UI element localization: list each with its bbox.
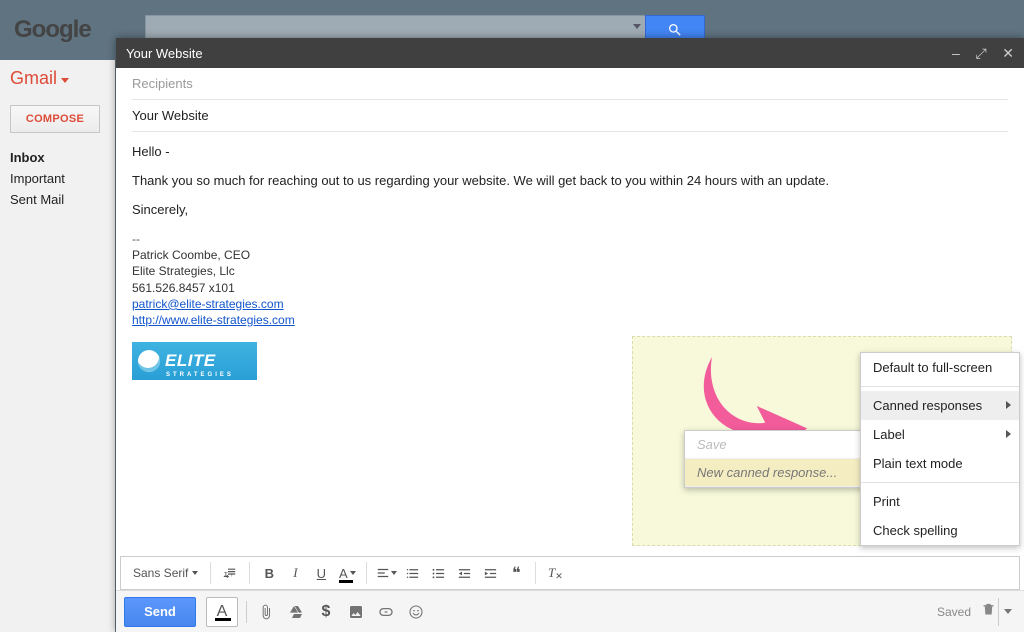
align-button[interactable] bbox=[373, 560, 399, 586]
search-icon bbox=[667, 22, 683, 38]
signature-block: -- Patrick Coombe, CEO Elite Strategies,… bbox=[132, 231, 1008, 328]
signature-url[interactable]: http://www.elite-strategies.com bbox=[132, 313, 295, 327]
menu-divider bbox=[861, 482, 1019, 483]
body-greeting: Hello - bbox=[132, 144, 1008, 159]
more-options-button[interactable] bbox=[998, 598, 1016, 626]
toolbar-separator bbox=[246, 601, 247, 623]
expand-icon[interactable]: ⤢ bbox=[975, 45, 986, 62]
toolbar-separator bbox=[535, 562, 536, 584]
insert-money-button[interactable]: $ bbox=[311, 597, 341, 627]
chevron-down-icon bbox=[192, 571, 198, 575]
chevron-down-icon bbox=[1004, 609, 1012, 614]
signature-name: Patrick Coombe, CEO bbox=[132, 247, 1008, 263]
minimize-icon[interactable]: – bbox=[952, 45, 960, 61]
gmail-label: Gmail bbox=[10, 68, 57, 89]
signature-email[interactable]: patrick@elite-strategies.com bbox=[132, 297, 284, 311]
compose-action-bar: Send A $ Saved bbox=[116, 590, 1024, 632]
sidebar-item-sentmail[interactable]: Sent Mail bbox=[10, 189, 115, 210]
compose-button[interactable]: COMPOSE bbox=[10, 105, 100, 133]
logo-text: ELITE bbox=[165, 353, 216, 368]
toolbar-separator bbox=[249, 562, 250, 584]
submenu-new-canned[interactable]: New canned response... bbox=[685, 459, 863, 487]
canned-submenu: Save New canned response... bbox=[684, 430, 864, 488]
toolbar-separator bbox=[210, 562, 211, 584]
company-logo: ELITE STRATEGIES bbox=[132, 342, 257, 380]
signature-company: Elite Strategies, Llc bbox=[132, 263, 1008, 279]
search-dropdown-icon[interactable] bbox=[633, 24, 641, 29]
body-line1: Thank you so much for reaching out to us… bbox=[132, 173, 1008, 188]
remove-format-button[interactable]: T✕ bbox=[542, 560, 568, 586]
logo-subtext: STRATEGIES bbox=[166, 372, 234, 378]
underline-button[interactable]: U bbox=[308, 560, 334, 586]
google-logo: Google bbox=[14, 10, 91, 44]
discard-button[interactable] bbox=[981, 602, 996, 622]
logo-sphere-icon bbox=[138, 350, 160, 372]
compose-body[interactable]: Hello - Thank you so much for reaching o… bbox=[116, 132, 1024, 556]
font-family-label: Sans Serif bbox=[133, 566, 188, 580]
font-family-select[interactable]: Sans Serif bbox=[127, 566, 204, 580]
signature-phone: 561.526.8457 x101 bbox=[132, 280, 1008, 296]
indent-more-button[interactable] bbox=[477, 560, 503, 586]
recipients-field[interactable]: Recipients bbox=[132, 68, 1008, 100]
bullet-list-button[interactable] bbox=[425, 560, 451, 586]
insert-link-button[interactable] bbox=[371, 597, 401, 627]
chevron-right-icon bbox=[1006, 430, 1011, 438]
sidebar-item-inbox[interactable]: Inbox bbox=[10, 147, 115, 168]
insert-drive-button[interactable] bbox=[281, 597, 311, 627]
send-button[interactable]: Send bbox=[124, 597, 196, 627]
compose-fields: Recipients Your Website bbox=[116, 68, 1024, 132]
quote-button[interactable]: ❝ bbox=[503, 560, 529, 586]
menu-plain-text[interactable]: Plain text mode bbox=[861, 449, 1019, 478]
bold-button[interactable]: B bbox=[256, 560, 282, 586]
gmail-brand[interactable]: Gmail bbox=[10, 68, 115, 89]
saved-status: Saved bbox=[937, 605, 971, 619]
menu-label[interactable]: Label bbox=[861, 420, 1019, 449]
attach-file-button[interactable] bbox=[251, 597, 281, 627]
chevron-down-icon bbox=[61, 78, 69, 83]
italic-button[interactable]: I bbox=[282, 560, 308, 586]
subject-field[interactable]: Your Website bbox=[132, 100, 1008, 132]
compose-window: Your Website – ⤢ ✕ Recipients Your Websi… bbox=[116, 38, 1024, 632]
menu-canned-responses[interactable]: Canned responses bbox=[861, 391, 1019, 420]
text-color-button[interactable]: A bbox=[334, 560, 360, 586]
menu-fullscreen[interactable]: Default to full-screen bbox=[861, 353, 1019, 382]
menu-print[interactable]: Print bbox=[861, 487, 1019, 516]
body-signoff: Sincerely, bbox=[132, 202, 1008, 217]
compose-header[interactable]: Your Website – ⤢ ✕ bbox=[116, 38, 1024, 68]
signature-divider: -- bbox=[132, 231, 1008, 247]
sidebar-item-important[interactable]: Important bbox=[10, 168, 115, 189]
svg-text:т: т bbox=[224, 569, 228, 578]
insert-emoji-button[interactable] bbox=[401, 597, 431, 627]
font-size-button[interactable]: тт bbox=[217, 560, 243, 586]
toolbar-separator bbox=[366, 562, 367, 584]
menu-label-text: Label bbox=[873, 427, 905, 442]
svg-text:т: т bbox=[231, 572, 234, 578]
toggle-formatting-button[interactable]: A bbox=[206, 597, 238, 627]
chevron-right-icon bbox=[1006, 401, 1011, 409]
close-icon[interactable]: ✕ bbox=[1002, 45, 1014, 62]
formatting-toolbar: Sans Serif тт B I U A ❝ T✕ bbox=[120, 556, 1020, 590]
indent-less-button[interactable] bbox=[451, 560, 477, 586]
sidebar-links: Inbox Important Sent Mail bbox=[10, 147, 115, 210]
compose-more-menu: Default to full-screen Canned responses … bbox=[860, 352, 1020, 546]
menu-check-spelling[interactable]: Check spelling bbox=[861, 516, 1019, 545]
compose-title: Your Website bbox=[126, 46, 940, 61]
insert-photo-button[interactable] bbox=[341, 597, 371, 627]
numbered-list-button[interactable] bbox=[399, 560, 425, 586]
left-sidebar: Gmail COMPOSE Inbox Important Sent Mail bbox=[0, 60, 115, 632]
menu-canned-label: Canned responses bbox=[873, 398, 982, 413]
menu-divider bbox=[861, 386, 1019, 387]
submenu-save: Save bbox=[685, 431, 863, 459]
